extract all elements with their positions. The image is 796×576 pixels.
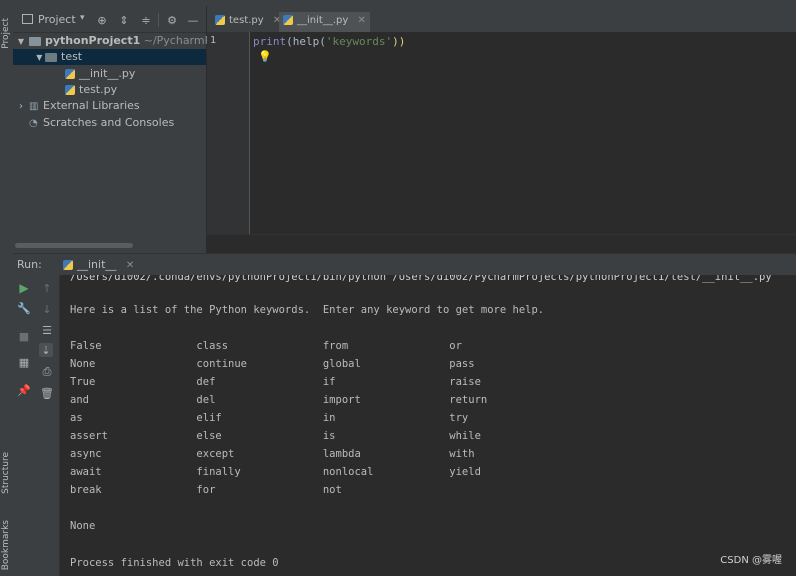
structure-tool-tab[interactable]: Structure [1,452,11,494]
left-tool-strip: Project Structure Bookmarks [0,6,14,576]
tab-init-py[interactable]: __init__.py ✕ [279,12,370,34]
console-line: and del import return [70,394,488,406]
library-icon: ▥ [29,101,39,112]
chevron-down-icon[interactable]: ▾ [80,13,85,23]
console-line: None [70,520,96,532]
close-icon[interactable]: ✕ [126,260,134,271]
console-line: break for not [70,484,342,496]
lightbulb-icon[interactable]: 💡 [258,50,272,63]
python-file-icon [215,15,225,25]
tab-label: test.py [229,15,264,26]
code-line[interactable]: print(help('keywords')) [253,35,405,48]
run-tool-header: Run: __init__ ✕ [13,253,796,277]
project-tool-tab[interactable]: Project [1,18,11,49]
code-token-help: help [292,35,320,48]
python-file-icon [63,260,73,270]
scroll-up-icon[interactable]: ↑ [40,281,54,295]
code-token-paren: )) [392,35,406,48]
folder-icon [29,36,41,46]
python-file-icon [283,15,293,25]
tab-test-py[interactable]: test.py ✕ [211,12,285,32]
project-toolbar: Project ▾ ⊕ ⇕ ≑ ⚙ — [13,6,206,33]
folder-icon [45,52,57,62]
tree-file-test[interactable]: test.py [13,82,206,98]
tab-label: __init__.py [297,15,349,26]
tree-file-init[interactable]: __init__.py [13,66,206,82]
tree-scratches[interactable]: ◔ Scratches and Consoles [13,115,206,131]
console-line: Here is a list of the Python keywords. E… [70,304,545,316]
toolbar-divider [158,13,159,27]
python-file-icon [65,85,75,95]
external-libraries-label: External Libraries [43,99,140,112]
project-view-icon [22,14,33,24]
layout-icon[interactable]: ▦ [17,355,31,369]
run-toolbar-secondary: ↑ ↓ ☰ ⇣ ⎙ 🗑 [35,275,60,576]
expand-all-icon[interactable]: ⇕ [118,14,130,27]
tree-folder-test[interactable]: ▼ test [13,49,206,65]
console-line-command: /Users/di002/.conda/envs/pythonProject1/… [70,275,772,283]
run-tab-label: __init__ [77,258,117,271]
hide-icon[interactable]: — [187,14,199,27]
pin-icon[interactable]: 📌 [17,383,31,397]
code-token-paren: ( [286,35,293,48]
folder-label: test [61,50,83,63]
console-line: False class from or [70,340,462,352]
bookmarks-tool-tab[interactable]: Bookmarks [1,520,11,570]
scroll-down-icon[interactable]: ↓ [40,302,54,316]
print-icon[interactable]: ⎙ [40,365,54,379]
watermark: CSDN @雾喔 [720,555,782,566]
stop-icon[interactable]: ■ [17,329,31,343]
scroll-to-end-icon[interactable]: ⇣ [39,343,53,357]
run-config-tab[interactable]: __init__ ✕ [57,257,141,277]
close-icon[interactable]: ✕ [357,15,365,26]
file-label: __init__.py [79,67,136,80]
editor-area[interactable] [207,32,796,234]
code-token-string: 'keywords' [325,35,393,48]
scratches-icon: ◔ [29,118,38,129]
tree-external-libraries[interactable]: › ▥ External Libraries [13,98,206,114]
code-token-print: print [253,35,287,48]
console-line: assert else is while [70,430,481,442]
console-line: as elif in try [70,412,469,424]
rerun-icon[interactable]: ▶ [17,281,31,295]
run-label: Run: [17,258,42,271]
editor-bottom-area [207,234,796,254]
chevron-right-icon[interactable]: › [13,99,29,115]
trash-icon[interactable]: 🗑 [40,386,54,400]
editor-gutter: 1 [207,32,250,234]
project-hscrollbar[interactable] [15,243,133,248]
locate-icon[interactable]: ⊕ [96,14,108,27]
root-name: pythonProject1 [45,34,141,47]
collapse-all-icon[interactable]: ≑ [140,14,152,27]
console-line: True def if raise [70,376,481,388]
tree-root-project[interactable]: ▼ pythonProject1 ~/PycharmPro [13,33,222,50]
gear-icon[interactable]: ⚙ [166,14,178,27]
wrench-icon[interactable]: 🔧 [17,301,31,315]
project-view-selector[interactable]: Project [38,13,76,26]
scratches-label: Scratches and Consoles [43,116,175,129]
python-file-icon [65,69,75,79]
line-number: 1 [210,35,217,46]
chevron-down-icon[interactable]: ▼ [13,34,29,50]
file-label: test.py [79,83,118,96]
chevron-down-icon[interactable]: ▼ [13,50,45,66]
console-line: await finally nonlocal yield [70,466,481,478]
editor-tab-bar: test.py ✕ __init__.py ✕ [207,6,796,34]
run-toolbar-primary: ▶ 🔧 ■ ▦ 📌 [13,275,35,576]
console-line: async except lambda with [70,448,475,460]
code-token-paren: ( [319,35,326,48]
console-output[interactable]: /Users/di002/.conda/envs/pythonProject1/… [60,275,796,576]
console-line: None continue global pass [70,358,475,370]
console-line-exit: Process finished with exit code 0 [70,557,279,569]
soft-wrap-icon[interactable]: ☰ [40,323,54,337]
